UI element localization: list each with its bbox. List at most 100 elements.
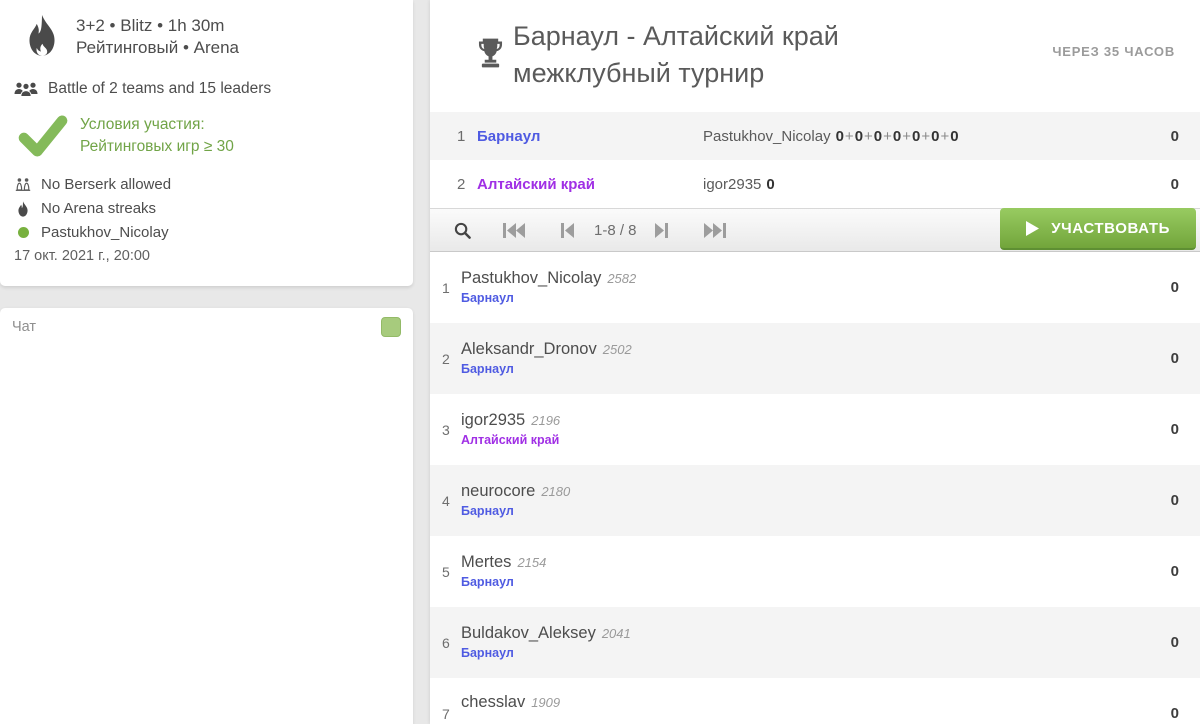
leader-score: 0 [950, 128, 958, 145]
team-row[interactable]: 2Алтайский крайigor293500 [430, 160, 1200, 208]
player-name-line: igor2935 2196 [461, 410, 1140, 431]
player-score: 0 [1140, 563, 1200, 580]
player-rating: 2196 [531, 413, 560, 428]
berserk-icon [14, 176, 32, 193]
no-berserk-label: No Berserk allowed [41, 176, 171, 193]
battle-description: Battle of 2 teams and 15 leaders [48, 80, 271, 98]
join-tournament-button[interactable]: УЧАСТВОВАТЬ [1000, 208, 1196, 250]
player-name[interactable]: Pastukhov_Nicolay [461, 269, 601, 287]
conditions-title: Условия участия: [80, 114, 234, 136]
organizer-name[interactable]: Pastukhov_Nicolay [41, 224, 169, 241]
player-name-line: chesslav 1909 [461, 692, 1140, 713]
prev-page-button[interactable] [557, 219, 578, 242]
leader-score: 0 [874, 128, 882, 145]
player-name[interactable]: neurocore [461, 482, 535, 500]
player-rating: 2041 [602, 626, 631, 641]
player-score: 0 [1140, 705, 1200, 722]
player-rank: 1 [430, 280, 450, 296]
leader-score: 0 [836, 128, 844, 145]
player-standings: 1Pastukhov_Nicolay2582Барнаул02Aleksandr… [430, 252, 1200, 724]
score-separator: + [863, 128, 874, 145]
player-info: chesslav 1909 [461, 692, 1140, 724]
player-score: 0 [1140, 350, 1200, 367]
last-page-icon [704, 223, 726, 238]
player-row[interactable]: 2 Aleksandr_Dronov 2502 Барнаул 0 [430, 323, 1200, 394]
pagination-range: 1-8 / 8 [594, 222, 637, 239]
player-team-link[interactable]: Барнаул [461, 644, 514, 662]
player-info: Mertes 2154Барнаул [461, 552, 1140, 591]
player-team-link[interactable]: Барнаул [461, 502, 514, 520]
player-rank: 6 [430, 635, 450, 651]
chat-panel: Чат [0, 308, 413, 724]
online-dot-icon [14, 224, 32, 241]
player-team-link[interactable]: Алтайский край [461, 431, 559, 449]
search-icon [454, 222, 471, 239]
player-name[interactable]: Buldakov_Aleksey [461, 624, 596, 642]
chat-toggle[interactable] [381, 317, 401, 337]
player-rank: 2 [430, 351, 450, 367]
first-page-button[interactable] [499, 219, 529, 242]
player-rank: 3 [430, 422, 450, 438]
player-info: Buldakov_Aleksey 2041 Барнаул [461, 623, 1140, 662]
next-page-button[interactable] [651, 219, 672, 242]
team-battle-standings: 1БарнаулPastukhov_Nicolay0+0+0+0+0+0+002… [430, 112, 1200, 208]
team-row[interactable]: 1БарнаулPastukhov_Nicolay0+0+0+0+0+0+00 [430, 112, 1200, 160]
player-team-link[interactable]: Барнаул [461, 289, 514, 307]
player-rank: 7 [430, 706, 450, 722]
tournament-format: 3+2 • Blitz • 1h 30m Рейтинговый • Arena [14, 12, 399, 62]
leader-score: 0 [893, 128, 901, 145]
player-name[interactable]: Aleksandr_Dronov [461, 340, 597, 358]
blitz-flame-icon [20, 14, 64, 62]
last-page-button[interactable] [700, 219, 730, 242]
player-name-line: Pastukhov_Nicolay2582 [461, 268, 1140, 289]
player-row[interactable]: 3 igor2935 2196 Алтайский край 0 [430, 394, 1200, 465]
player-row[interactable]: 6 Buldakov_Aleksey 2041 Барнаул 0 [430, 607, 1200, 678]
play-icon [1026, 221, 1039, 236]
player-row[interactable]: 4neurocore2180Барнаул0 [430, 465, 1200, 536]
player-team-link[interactable]: Барнаул [461, 360, 514, 378]
player-name-line: Aleksandr_Dronov 2502 [461, 339, 1140, 360]
score-separator: + [882, 128, 893, 145]
player-name[interactable]: chesslav [461, 693, 525, 711]
leader-name[interactable]: Pastukhov_Nicolay [703, 128, 831, 145]
player-score: 0 [1140, 492, 1200, 509]
conditions-detail: Рейтинговых игр ≥ 30 [80, 136, 234, 158]
teams-icon [14, 81, 38, 98]
next-page-icon [655, 223, 668, 238]
player-info: neurocore 2180 Барнаул [461, 481, 1140, 520]
search-button[interactable] [450, 218, 475, 243]
player-rating: 2502 [603, 342, 632, 357]
player-row[interactable]: 1Pastukhov_Nicolay2582Барнаул0 [430, 252, 1200, 323]
player-rating: 2154 [517, 555, 546, 570]
player-rating: 2180 [541, 484, 570, 499]
player-name[interactable]: Mertes [461, 553, 511, 571]
score-separator: + [901, 128, 912, 145]
team-leaders: Pastukhov_Nicolay0+0+0+0+0+0+0 [703, 128, 1140, 145]
tournament-main-panel: Барнаул - Алтайский край межклубный турн… [430, 0, 1200, 724]
leader-score: 0 [766, 176, 774, 193]
player-rating: 1909 [531, 695, 560, 710]
player-name[interactable]: igor2935 [461, 411, 525, 429]
player-team-link[interactable]: Барнаул [461, 573, 514, 591]
standings-toolbar: 1-8 / 8 УЧАСТВОВАТЬ [430, 208, 1200, 252]
player-score: 0 [1140, 421, 1200, 438]
team-rank: 1 [430, 128, 477, 145]
leader-score: 0 [855, 128, 863, 145]
score-separator: + [920, 128, 931, 145]
check-icon [18, 115, 68, 157]
team-link[interactable]: Барнаул [477, 128, 703, 145]
team-total-score: 0 [1140, 128, 1200, 145]
player-row[interactable]: 5 Mertes 2154Барнаул 0 [430, 536, 1200, 607]
no-streaks-label: No Arena streaks [41, 200, 156, 217]
player-score: 0 [1140, 634, 1200, 651]
trophy-icon [478, 37, 503, 69]
player-info: Aleksandr_Dronov 2502 Барнаул [461, 339, 1140, 378]
player-rank: 5 [430, 564, 450, 580]
team-link[interactable]: Алтайский край [477, 176, 703, 193]
leader-name[interactable]: igor2935 [703, 176, 761, 193]
player-info: Pastukhov_Nicolay2582Барнаул [461, 268, 1140, 307]
tournament-info-card: 3+2 • Blitz • 1h 30m Рейтинговый • Arena… [0, 0, 413, 286]
chat-title: Чат [12, 317, 36, 335]
team-total-score: 0 [1140, 176, 1200, 193]
player-row[interactable]: 7 chesslav 1909 0 [430, 678, 1200, 724]
